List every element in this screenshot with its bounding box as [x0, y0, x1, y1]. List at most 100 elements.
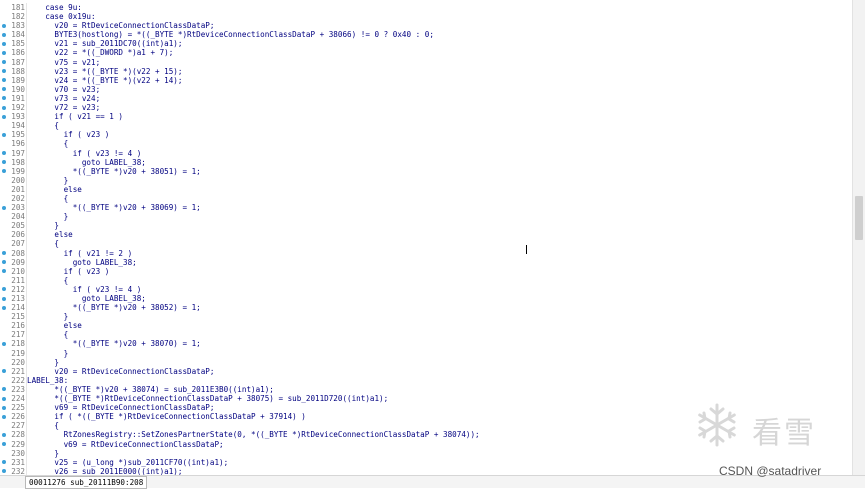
code-line[interactable]: 185 v21 = sub_2011DC70((int)a1); [0, 39, 853, 48]
code-line[interactable]: 203 *((_BYTE *)v20 + 38069) = 1; [0, 203, 853, 212]
code-line[interactable]: 208 if ( v21 != 2 ) [0, 249, 853, 258]
code-line[interactable]: 192 v72 = v23; [0, 103, 853, 112]
breakpoint-dot-icon[interactable] [2, 23, 6, 28]
code-line[interactable]: 205 } [0, 221, 853, 230]
code-line[interactable]: 230 } [0, 449, 853, 458]
code-line[interactable]: 211 { [0, 276, 853, 285]
code-text: v20 = RtDeviceConnectionClassDataP; [27, 366, 215, 376]
breakpoint-dot-icon[interactable] [2, 50, 6, 55]
line-number: 188 [11, 66, 25, 76]
code-text: { [27, 139, 69, 149]
breakpoint-dot-icon[interactable] [2, 460, 6, 465]
line-number: 232 [11, 466, 25, 475]
code-text: v69 = RtDeviceConnectionClassDataP; [27, 439, 224, 449]
code-line[interactable]: 189 v24 = *((_BYTE *)(v22 + 14); [0, 76, 853, 85]
snowflake-icon [698, 403, 736, 447]
code-line[interactable]: 184 BYTE3(hostlong) = *((_BYTE *)RtDevic… [0, 30, 853, 39]
vertical-scrollbar[interactable] [852, 0, 865, 475]
breakpoint-dot-icon[interactable] [2, 78, 6, 83]
code-line[interactable]: 188 v23 = *((_BYTE *)(v22 + 15); [0, 67, 853, 76]
line-number: 202 [11, 193, 25, 203]
code-line[interactable]: 197 if ( v23 != 4 ) [0, 149, 853, 158]
line-number: 226 [11, 412, 25, 422]
code-text: case 9u: [27, 3, 82, 12]
breakpoint-dot-icon[interactable] [2, 341, 6, 346]
code-line[interactable]: 199 *((_BYTE *)v20 + 38051) = 1; [0, 167, 853, 176]
breakpoint-dot-icon[interactable] [2, 405, 6, 410]
breakpoint-dot-icon[interactable] [2, 287, 6, 292]
breakpoint-dot-icon[interactable] [2, 96, 6, 101]
code-line[interactable]: 216 else [0, 321, 853, 330]
code-text: *((_BYTE *)v20 + 38070) = 1; [27, 339, 201, 349]
code-line[interactable]: 207 { [0, 239, 853, 248]
code-line[interactable]: 194 { [0, 121, 853, 130]
code-line[interactable]: 210 if ( v23 ) [0, 267, 853, 276]
breakpoint-dot-icon[interactable] [2, 205, 6, 210]
code-line[interactable]: 202 { [0, 194, 853, 203]
breakpoint-dot-icon[interactable] [2, 69, 6, 74]
code-line[interactable]: 196 { [0, 139, 853, 148]
breakpoint-dot-icon[interactable] [2, 396, 6, 401]
line-number: 200 [11, 175, 25, 185]
code-line[interactable]: 212 if ( v23 != 4 ) [0, 285, 853, 294]
line-number: 217 [11, 330, 25, 340]
code-line[interactable]: 186 v22 = *((_DWORD *)a1 + 7); [0, 48, 853, 57]
breakpoint-dot-icon[interactable] [2, 132, 6, 137]
breakpoint-dot-icon[interactable] [2, 114, 6, 119]
breakpoint-dot-icon[interactable] [2, 105, 6, 110]
code-line[interactable]: 182 case 0x19u: [0, 12, 853, 21]
code-line[interactable]: 181 case 9u: [0, 3, 853, 12]
breakpoint-dot-icon[interactable] [2, 41, 6, 46]
code-line[interactable]: 204 } [0, 212, 853, 221]
code-line[interactable]: 213 goto LABEL_38; [0, 294, 853, 303]
code-line[interactable]: 191 v73 = v24; [0, 94, 853, 103]
breakpoint-dot-icon[interactable] [2, 260, 6, 265]
breakpoint-dot-icon[interactable] [2, 269, 6, 274]
code-line[interactable]: 200 } [0, 176, 853, 185]
code-line[interactable]: 206 else [0, 230, 853, 239]
code-text: } [27, 357, 60, 367]
scrollbar-thumb[interactable] [855, 196, 863, 240]
code-text: } [27, 448, 60, 458]
breakpoint-dot-icon[interactable] [2, 469, 6, 474]
code-line[interactable]: 193 if ( v21 == 1 ) [0, 112, 853, 121]
code-line[interactable]: 195 if ( v23 ) [0, 130, 853, 139]
breakpoint-dot-icon[interactable] [2, 160, 6, 165]
breakpoint-dot-icon[interactable] [2, 305, 6, 310]
breakpoint-dot-icon[interactable] [2, 251, 6, 256]
breakpoint-dot-icon[interactable] [2, 387, 6, 392]
line-number: 212 [11, 284, 25, 294]
code-line[interactable]: 187 v75 = v21; [0, 58, 853, 67]
code-line[interactable]: 219 } [0, 349, 853, 358]
line-number: 204 [11, 212, 25, 222]
code-line[interactable]: 190 v70 = v23; [0, 85, 853, 94]
line-number: 231 [11, 457, 25, 467]
breakpoint-dot-icon[interactable] [2, 414, 6, 419]
code-line[interactable]: 198 goto LABEL_38; [0, 158, 853, 167]
breakpoint-dot-icon[interactable] [2, 432, 6, 437]
code-text: { [27, 330, 69, 340]
code-line[interactable]: 222 LABEL_38: [0, 376, 853, 385]
breakpoint-dot-icon[interactable] [2, 60, 6, 65]
breakpoint-dot-icon[interactable] [2, 296, 6, 301]
line-number: 201 [11, 184, 25, 194]
breakpoint-dot-icon[interactable] [2, 169, 6, 174]
code-line[interactable]: 221 v20 = RtDeviceConnectionClassDataP; [0, 367, 853, 376]
code-line[interactable]: 183 v20 = RtDeviceConnectionClassDataP; [0, 21, 853, 30]
code-line[interactable]: 214 *((_BYTE *)v20 + 38052) = 1; [0, 303, 853, 312]
code-line[interactable]: 209 goto LABEL_38; [0, 258, 853, 267]
code-line[interactable]: 215 } [0, 312, 853, 321]
code-line[interactable]: 217 { [0, 330, 853, 339]
line-number: 224 [11, 394, 25, 404]
breakpoint-dot-icon[interactable] [2, 442, 6, 446]
code-line[interactable]: 218 *((_BYTE *)v20 + 38070) = 1; [0, 339, 853, 348]
line-number: 189 [11, 75, 25, 85]
breakpoint-dot-icon[interactable] [2, 32, 6, 37]
code-line[interactable]: 223 *((_BYTE *)v20 + 38074) = sub_2011E3… [0, 385, 853, 394]
breakpoint-dot-icon[interactable] [2, 87, 6, 92]
breakpoint-dot-icon[interactable] [2, 369, 6, 374]
breakpoint-dot-icon[interactable] [2, 151, 6, 155]
line-number: 182 [11, 12, 25, 22]
code-line[interactable]: 220 } [0, 358, 853, 367]
code-line[interactable]: 201 else [0, 185, 853, 194]
